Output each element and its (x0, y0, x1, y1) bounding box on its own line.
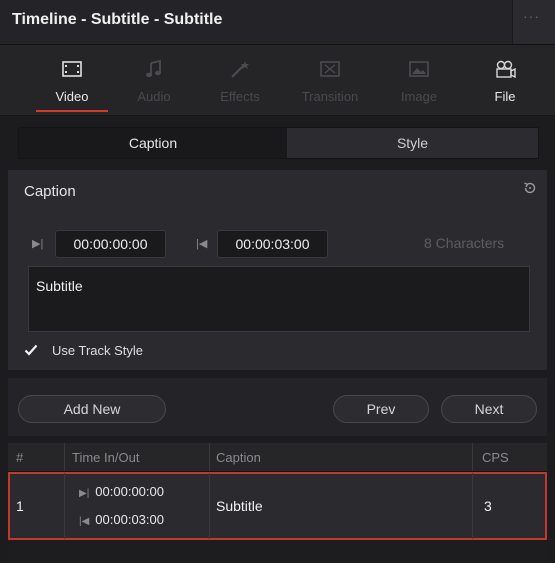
segment-style-button[interactable]: Style (287, 128, 538, 158)
caption-style-segment: Caption Style (18, 127, 539, 159)
character-count: 8 Characters (424, 235, 505, 251)
in-point-icon: ▶| (32, 238, 44, 250)
window-title: Timeline - Subtitle - Subtitle (12, 11, 223, 28)
use-track-style-checkbox[interactable] (24, 343, 38, 357)
row-time-in-value: 00:00:00:00 (95, 484, 164, 499)
magic-wand-icon (231, 61, 249, 78)
reset-icon[interactable] (522, 180, 538, 196)
tab-audio-label: Audio (137, 89, 171, 104)
caption-heading: Caption (24, 183, 76, 200)
transition-icon (320, 61, 340, 77)
music-note-icon (146, 59, 161, 78)
col-header-caption: Caption (216, 450, 261, 465)
caption-text-area[interactable]: Subtitle (28, 266, 530, 332)
inspector-tabs: Video Audio Effects Transition Image Fil… (0, 45, 555, 116)
row-time-out-value: 00:00:03:00 (95, 512, 164, 527)
tab-transition[interactable]: Transition (288, 45, 372, 115)
row-index: 1 (16, 498, 24, 514)
tab-effects[interactable]: Effects (200, 45, 280, 115)
row-divider (209, 473, 210, 539)
out-point-icon: |◀ (196, 238, 208, 250)
image-icon (409, 61, 429, 77)
tab-file-label: File (494, 89, 516, 104)
prev-button[interactable]: Prev (333, 395, 429, 423)
add-new-button[interactable]: Add New (18, 395, 166, 423)
file-reel-icon (496, 60, 516, 79)
row-divider (472, 473, 473, 539)
tab-video[interactable]: Video (36, 45, 108, 115)
row-time-out: |◀ 00:00:03:00 (79, 512, 164, 527)
header-divider (472, 443, 473, 471)
next-button[interactable]: Next (441, 395, 537, 423)
table-row[interactable] (8, 472, 547, 540)
tab-file[interactable]: File (469, 45, 541, 115)
row-cps: 3 (484, 498, 492, 514)
row-time-in: ▶| 00:00:00:00 (79, 484, 164, 499)
col-header-time: Time In/Out (72, 450, 140, 465)
tab-image-label: Image (400, 89, 438, 104)
out-timecode-field[interactable]: 00:00:03:00 (217, 230, 328, 258)
col-header-index: # (16, 450, 24, 465)
tab-video-label: Video (55, 89, 89, 104)
in-point-icon: ▶| (79, 488, 90, 499)
row-caption: Subtitle (216, 498, 263, 514)
in-timecode-field[interactable]: 00:00:00:00 (55, 230, 166, 258)
use-track-style-label: Use Track Style (52, 343, 144, 358)
tab-transition-label: Transition (301, 89, 359, 104)
window-options-button[interactable]: ··· (512, 0, 555, 44)
video-frame-icon (62, 61, 82, 77)
more-options-icon: ··· (523, 8, 540, 24)
header-divider (64, 443, 65, 471)
tab-effects-label: Effects (220, 89, 260, 104)
out-point-icon: |◀ (79, 516, 90, 527)
header-divider (209, 443, 210, 471)
active-tab-indicator (36, 110, 108, 112)
caption-text-value: Subtitle (36, 278, 83, 294)
col-header-cps: CPS (482, 450, 509, 465)
segment-caption-button[interactable]: Caption (19, 128, 287, 158)
tab-audio[interactable]: Audio (118, 45, 190, 115)
tab-image[interactable]: Image (383, 45, 455, 115)
row-divider (64, 473, 65, 539)
